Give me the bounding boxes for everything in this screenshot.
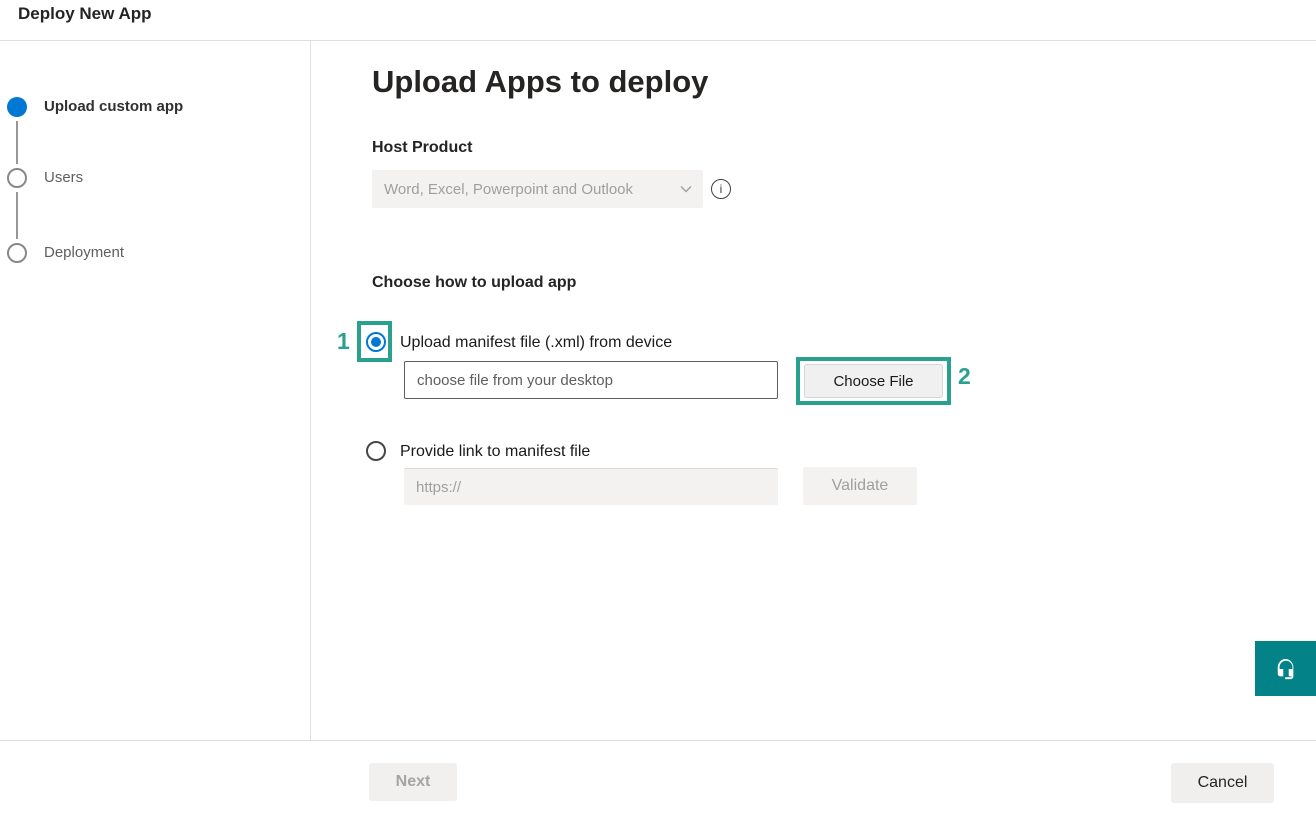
annotation-number-2: 2 <box>958 363 971 390</box>
main-heading: Upload Apps to deploy <box>372 64 708 100</box>
radio-upload-manifest-file[interactable] <box>366 332 386 352</box>
chevron-down-icon <box>679 182 693 196</box>
step-label-upload-custom-app: Upload custom app <box>44 97 183 117</box>
choose-file-button[interactable]: Choose File <box>804 364 943 398</box>
headset-icon <box>1275 658 1297 680</box>
info-icon[interactable]: i <box>711 179 731 199</box>
host-product-selected-value: Word, Excel, Powerpoint and Outlook <box>384 181 633 198</box>
host-product-dropdown[interactable]: Word, Excel, Powerpoint and Outlook <box>372 170 703 208</box>
step-connector <box>16 192 18 239</box>
cancel-button[interactable]: Cancel <box>1171 763 1274 803</box>
manifest-url-input[interactable] <box>404 468 778 505</box>
host-product-label: Host Product <box>372 139 472 157</box>
help-button[interactable] <box>1255 641 1316 696</box>
step-label-users: Users <box>44 168 83 188</box>
validate-button[interactable]: Validate <box>803 467 917 505</box>
step-label-deployment: Deployment <box>44 243 124 263</box>
info-glyph: i <box>720 182 723 196</box>
step-circle-deployment <box>7 243 27 263</box>
annotation-number-1: 1 <box>337 328 350 355</box>
file-path-input[interactable] <box>404 361 778 399</box>
header-divider <box>0 40 1316 41</box>
sidebar-divider <box>310 41 311 740</box>
upload-choice-heading: Choose how to upload app <box>372 274 576 292</box>
next-button[interactable]: Next <box>369 763 457 801</box>
step-circle-users <box>7 168 27 188</box>
radio-label-provide-link[interactable]: Provide link to manifest file <box>400 442 590 461</box>
deploy-new-app-dialog: Deploy New App Upload custom app Users D… <box>0 0 1316 814</box>
step-circle-upload-custom-app <box>7 97 27 117</box>
step-connector <box>16 121 18 164</box>
radio-label-upload-manifest-file[interactable]: Upload manifest file (.xml) from device <box>400 333 672 352</box>
page-title: Deploy New App <box>18 4 152 24</box>
footer-divider <box>0 740 1316 741</box>
radio-provide-link[interactable] <box>366 441 386 461</box>
